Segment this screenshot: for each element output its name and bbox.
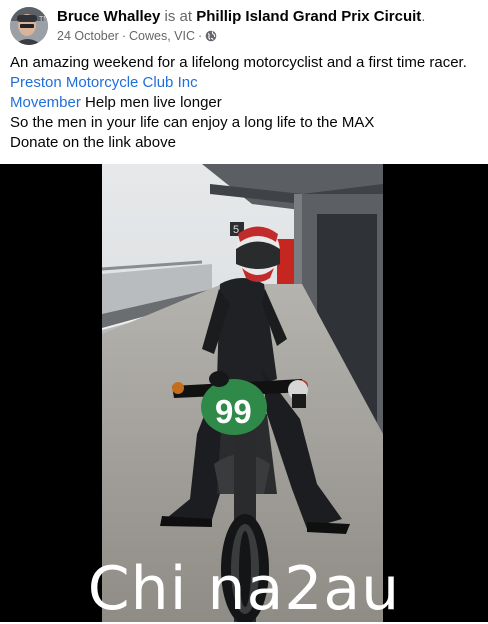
post-caption: An amazing weekend for a lifelong motorc… (10, 53, 480, 153)
caption-line-4: So the men in your life can enjoy a long… (10, 114, 375, 131)
watermark-text: Chi na2au (87, 554, 401, 624)
avatar-image: TMR (10, 7, 48, 45)
svg-text:TMR: TMR (39, 16, 48, 23)
author-name[interactable]: Bruce Whalley (57, 8, 160, 25)
post-header: TMR Bruce Whalley is at Phillip Island G… (0, 0, 488, 50)
post-meta: 24 October · Cowes, VIC · (57, 28, 217, 44)
period: . (421, 8, 426, 25)
place-name[interactable]: Phillip Island Grand Prix Circuit (196, 8, 421, 25)
caption-line-1: An amazing weekend for a lifelong motorc… (10, 54, 467, 71)
at-text: is at (164, 8, 193, 25)
globe-icon[interactable] (205, 30, 217, 42)
movember-link[interactable]: Movember (10, 94, 81, 111)
avatar[interactable]: TMR (10, 7, 48, 45)
meta-separator: · (121, 29, 127, 43)
author-line: Bruce Whalley is at Phillip Island Grand… (57, 7, 425, 27)
caption-line-3: Help men live longer (80, 94, 222, 111)
post-location: Cowes, VIC (129, 29, 196, 43)
preston-motorcycle-club-link[interactable]: Preston Motorcycle Club Inc (10, 74, 198, 91)
number-plate: 99 (215, 393, 252, 430)
post-date[interactable]: 24 October (57, 28, 119, 44)
caption-line-5: Donate on the link above (10, 134, 176, 151)
meta-separator-2: · (198, 29, 203, 43)
